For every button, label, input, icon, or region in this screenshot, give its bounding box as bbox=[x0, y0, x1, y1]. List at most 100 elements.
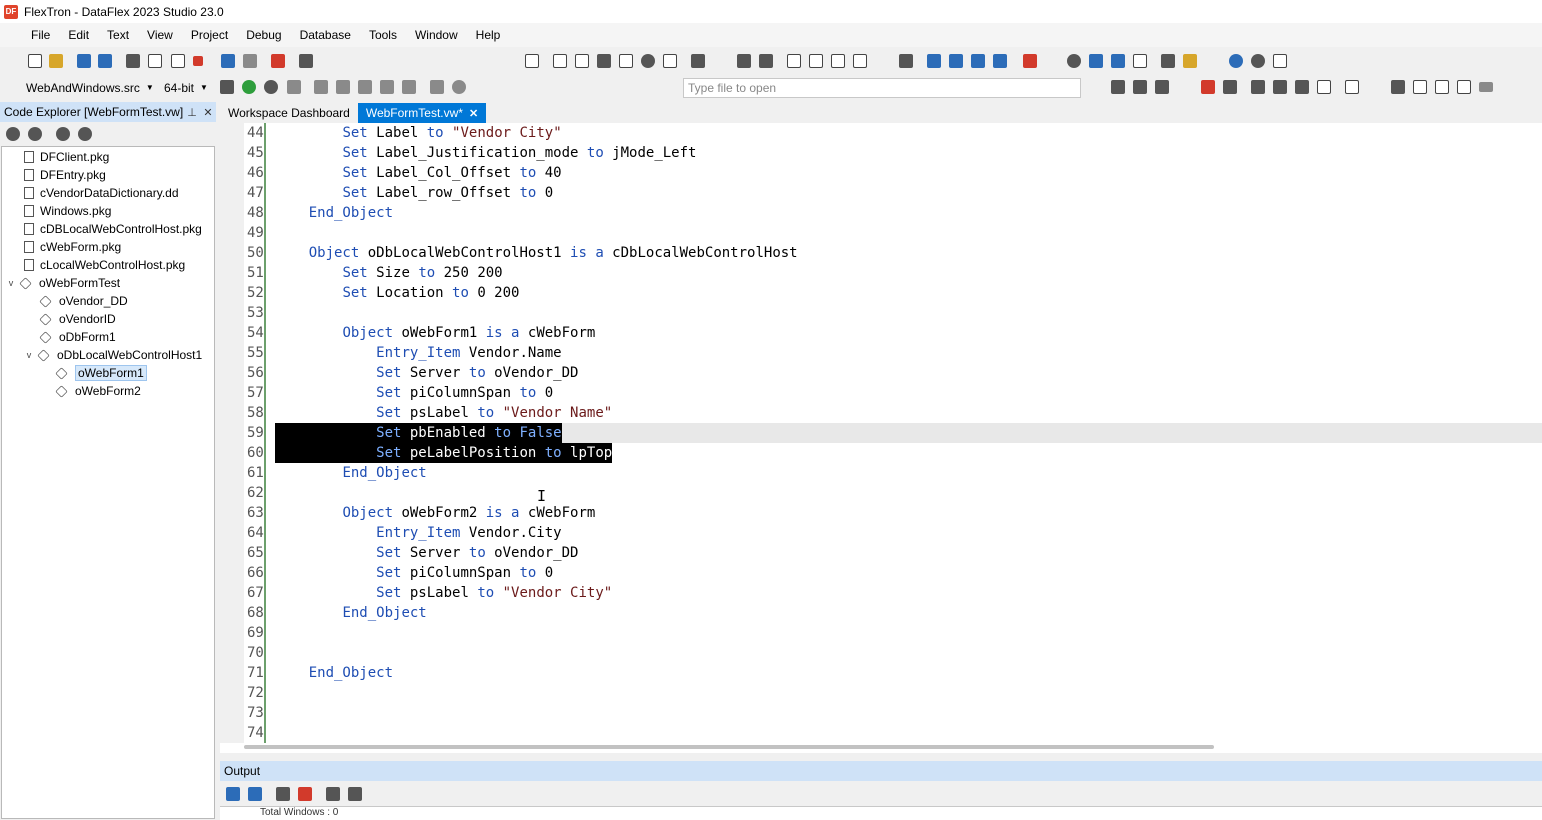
delete-icon[interactable] bbox=[193, 56, 203, 66]
step-over-icon[interactable] bbox=[314, 80, 328, 94]
control-icon-10[interactable] bbox=[1435, 80, 1449, 94]
output-copy-icon[interactable] bbox=[276, 787, 290, 801]
redo-icon[interactable] bbox=[243, 54, 257, 68]
find-next-icon[interactable] bbox=[1089, 54, 1103, 68]
compile-icon[interactable] bbox=[220, 80, 234, 94]
tree-item[interactable]: oVendor_DD bbox=[39, 292, 128, 310]
breakpoints-icon[interactable] bbox=[402, 80, 416, 94]
new-file-icon[interactable] bbox=[28, 54, 42, 68]
tree-item[interactable]: cLocalWebControlHost.pkg bbox=[24, 256, 185, 274]
menu-database[interactable]: Database bbox=[291, 28, 360, 42]
search-icon[interactable] bbox=[1067, 54, 1081, 68]
menu-window[interactable]: Window bbox=[406, 28, 467, 42]
explorer-tool-icon-1[interactable] bbox=[6, 127, 20, 141]
bookmark-prev-icon[interactable] bbox=[949, 54, 963, 68]
menu-help[interactable]: Help bbox=[467, 28, 510, 42]
run-to-cursor-icon[interactable] bbox=[380, 80, 394, 94]
tree-item[interactable]: oWebForm1 bbox=[55, 364, 147, 382]
code-editor[interactable]: 44 Set Label to "Vendor City" 45 Set Lab… bbox=[220, 123, 1542, 743]
debug-record-icon[interactable] bbox=[452, 80, 466, 94]
menu-tools[interactable]: Tools bbox=[360, 28, 406, 42]
control-icon-7[interactable] bbox=[1345, 80, 1359, 94]
control-icon-3[interactable] bbox=[1251, 80, 1265, 94]
control-icon-8[interactable] bbox=[1391, 80, 1405, 94]
sql-icon[interactable] bbox=[1479, 82, 1493, 92]
tree-item[interactable]: DFClient.pkg bbox=[24, 148, 109, 166]
tree-item[interactable]: cDBLocalWebControlHost.pkg bbox=[24, 220, 202, 238]
copy-icon[interactable] bbox=[148, 54, 162, 68]
close-icon[interactable]: ✕ bbox=[200, 106, 216, 119]
bookmark-clear-icon[interactable] bbox=[993, 54, 1007, 68]
workspace-combo[interactable]: WebAndWindows.src ▼ bbox=[26, 79, 154, 96]
tree-item[interactable]: v oDbLocalWebControlHost1 bbox=[24, 346, 202, 364]
undo-icon[interactable] bbox=[221, 54, 235, 68]
view-icon-2[interactable] bbox=[553, 54, 567, 68]
bookmark-toggle-icon[interactable] bbox=[971, 54, 985, 68]
view-icon-5[interactable] bbox=[619, 54, 633, 68]
explorer-tool-icon-3[interactable] bbox=[56, 127, 70, 141]
layout-icon-3[interactable] bbox=[1155, 80, 1169, 94]
menu-text[interactable]: Text bbox=[98, 28, 138, 42]
view-icon-4[interactable] bbox=[597, 54, 611, 68]
run-icon[interactable] bbox=[242, 80, 256, 94]
tree-item[interactable]: Windows.pkg bbox=[24, 202, 111, 220]
print-icon[interactable] bbox=[299, 54, 313, 68]
layout-icon-1[interactable] bbox=[1111, 80, 1125, 94]
tree-item[interactable]: v oWebFormTest bbox=[6, 274, 120, 292]
close-icon[interactable]: ✕ bbox=[469, 107, 478, 120]
tab-workspace-dashboard[interactable]: Workspace Dashboard bbox=[220, 103, 358, 123]
step-out-icon[interactable] bbox=[358, 80, 372, 94]
control-icon-9[interactable] bbox=[1413, 80, 1427, 94]
type-file-box[interactable] bbox=[683, 78, 1081, 98]
open-folder-icon[interactable] bbox=[49, 54, 63, 68]
explorer-tool-icon-4[interactable] bbox=[78, 127, 92, 141]
find-prev-icon[interactable] bbox=[1111, 54, 1125, 68]
save-icon[interactable] bbox=[77, 54, 91, 68]
pause-icon[interactable] bbox=[264, 80, 278, 94]
menu-debug[interactable]: Debug bbox=[237, 28, 290, 42]
explorer-tool-icon-2[interactable] bbox=[28, 127, 42, 141]
output-next-icon[interactable] bbox=[248, 787, 262, 801]
menu-project[interactable]: Project bbox=[182, 28, 237, 42]
output-prev-icon[interactable] bbox=[226, 787, 240, 801]
tool-icon-3[interactable] bbox=[787, 54, 801, 68]
type-file-input[interactable] bbox=[688, 81, 1080, 95]
control-icon-11[interactable] bbox=[1457, 80, 1471, 94]
tool-icon-6[interactable] bbox=[853, 54, 867, 68]
chevron-down-icon[interactable]: v bbox=[6, 278, 16, 288]
view-icon-7[interactable] bbox=[663, 54, 677, 68]
play-icon[interactable] bbox=[287, 80, 301, 94]
bookmark-next-icon[interactable] bbox=[927, 54, 941, 68]
toggle-breakpoint-icon[interactable] bbox=[430, 80, 444, 94]
refresh-icon[interactable] bbox=[1251, 54, 1265, 68]
layout-icon-2[interactable] bbox=[1133, 80, 1147, 94]
tree-item[interactable]: DFEntry.pkg bbox=[24, 166, 106, 184]
control-icon-4[interactable] bbox=[1273, 80, 1287, 94]
grid-icon[interactable] bbox=[1273, 54, 1287, 68]
control-icon-5[interactable] bbox=[1295, 80, 1309, 94]
stop-record-icon[interactable] bbox=[271, 54, 285, 68]
menu-edit[interactable]: Edit bbox=[59, 28, 98, 42]
tree-item[interactable]: oVendorID bbox=[39, 310, 116, 328]
tool-icon-4[interactable] bbox=[809, 54, 823, 68]
replace-icon[interactable] bbox=[1161, 54, 1175, 68]
lock-icon[interactable] bbox=[1183, 54, 1197, 68]
output-window-icon-1[interactable] bbox=[326, 787, 340, 801]
tree-item[interactable]: oWebForm2 bbox=[55, 382, 141, 400]
view-icon-3[interactable] bbox=[575, 54, 589, 68]
view-icon-1[interactable] bbox=[525, 54, 539, 68]
output-clear-icon[interactable] bbox=[298, 787, 312, 801]
tool-icon-1[interactable] bbox=[737, 54, 751, 68]
tree-item[interactable]: cWebForm.pkg bbox=[24, 238, 121, 256]
tree-item[interactable]: oDbForm1 bbox=[39, 328, 116, 346]
find-marker-icon[interactable] bbox=[1023, 54, 1037, 68]
control-icon-6[interactable] bbox=[1317, 80, 1331, 94]
bookmark-icon[interactable] bbox=[899, 54, 913, 68]
help-icon[interactable] bbox=[1229, 54, 1243, 68]
chevron-down-icon[interactable]: v bbox=[24, 350, 34, 360]
view-icon-6[interactable] bbox=[641, 54, 655, 68]
step-into-icon[interactable] bbox=[336, 80, 350, 94]
control-icon-1[interactable] bbox=[1201, 80, 1215, 94]
view-icon-8[interactable] bbox=[691, 54, 705, 68]
paste-icon[interactable] bbox=[171, 54, 185, 68]
